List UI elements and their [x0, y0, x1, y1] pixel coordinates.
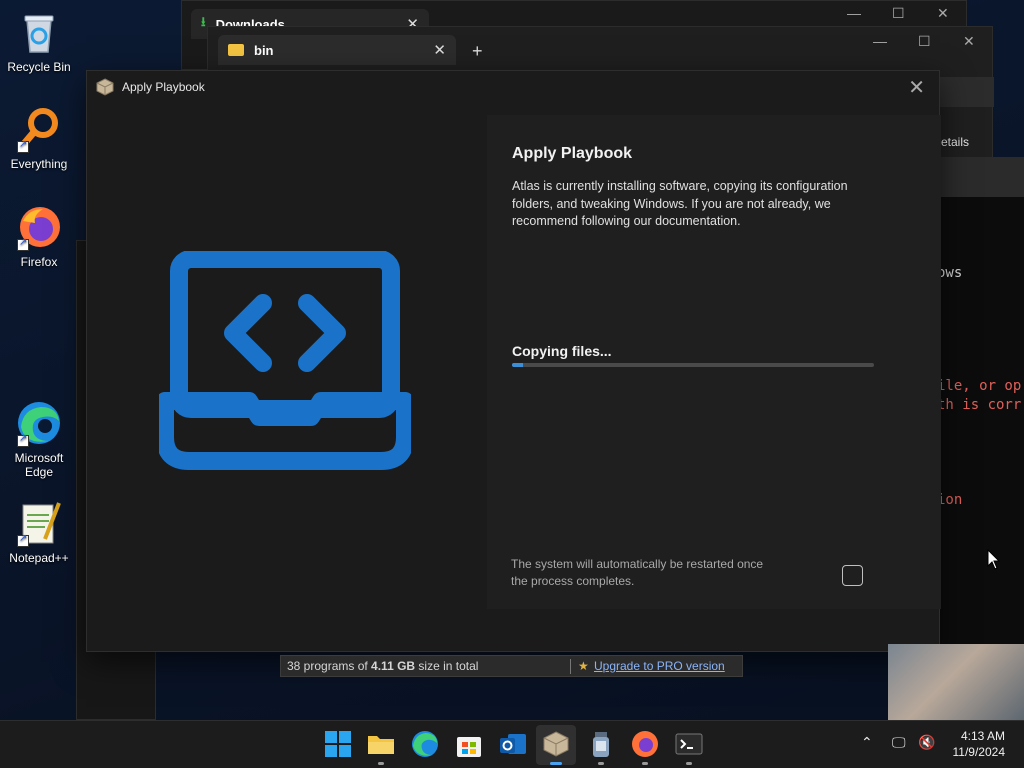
everything-search-icon — [15, 105, 63, 153]
app-jar-icon — [593, 732, 609, 757]
clock-time: 4:13 AM — [960, 729, 1005, 743]
volume-muted-icon[interactable]: 🔇 — [918, 734, 935, 751]
folder-icon — [228, 44, 244, 56]
upgrade-pro-link[interactable]: Upgrade to PRO version — [594, 659, 725, 673]
running-indicator — [642, 762, 648, 765]
shortcut-arrow-icon — [17, 433, 29, 447]
shortcut-arrow-icon — [17, 533, 29, 547]
restart-note: The system will automatically be restart… — [511, 557, 764, 588]
everything-status-bar: 38 programs of 4.11 GB size in total ★ U… — [280, 655, 743, 677]
desktop-icon-firefox[interactable]: Firefox — [4, 203, 74, 269]
address-bar-fragment — [938, 77, 994, 107]
minimize-icon[interactable]: — — [873, 33, 887, 49]
terminal-window: ows ile, or op th is corr ion — [937, 157, 1024, 645]
download-arrow-icon: ⭳ — [201, 14, 206, 29]
desktop-icon-recycle-bin[interactable]: Recycle Bin — [4, 8, 74, 74]
programs-count-text: 38 programs of — [287, 659, 372, 673]
desktop-icon-label: Recycle Bin — [7, 60, 71, 74]
terminal-icon — [675, 733, 703, 755]
close-icon[interactable]: ✕ — [963, 33, 975, 50]
terminal-error-line: ile, or op — [937, 378, 1022, 394]
progress-pane: Apply Playbook Atlas is currently instal… — [487, 115, 941, 609]
video-thumbnail — [888, 644, 1024, 720]
running-indicator — [686, 762, 692, 765]
star-icon: ★ — [578, 659, 589, 673]
firefox-icon — [15, 203, 63, 251]
terminal-header — [937, 157, 1024, 197]
restart-checkbox[interactable] — [842, 565, 863, 586]
outlook-icon[interactable] — [498, 729, 528, 759]
taskbar: ⌃ 🖵 🔇 4:13 AM 11/9/2024 — [0, 720, 1024, 768]
desktop-icon-label: Firefox — [20, 255, 58, 269]
progress-bar-fill — [512, 363, 523, 367]
edge-taskbar-icon[interactable] — [410, 729, 440, 759]
running-indicator — [598, 762, 604, 765]
total-size-text: 4.11 GB — [371, 659, 416, 673]
edge-icon — [15, 399, 63, 447]
firefox-icon — [632, 731, 658, 757]
tab-label: bin — [254, 42, 274, 58]
atlas-box-icon — [543, 731, 569, 757]
active-indicator — [550, 762, 562, 765]
maximize-icon[interactable]: ☐ — [918, 33, 931, 50]
taskbar-file-explorer[interactable] — [366, 721, 396, 768]
taskbar-active-app[interactable] — [536, 725, 576, 765]
taskbar-firefox[interactable] — [630, 721, 660, 768]
network-icon[interactable]: 🖵 — [892, 734, 906, 751]
notepad-plus-plus-icon — [15, 499, 63, 547]
desktop-icon-label: Notepad++ — [9, 551, 69, 565]
status-text: Copying files... — [512, 343, 612, 359]
size-suffix-text: size in total — [415, 659, 479, 673]
clock-date: 11/9/2024 — [952, 745, 1006, 759]
status-separator — [570, 659, 571, 674]
description-text: Atlas is currently installing software, … — [512, 179, 848, 228]
desktop-icon-everything[interactable]: Everything — [4, 105, 74, 171]
desktop-icon-notepadpp[interactable]: Notepad++ — [4, 499, 74, 565]
file-explorer-icon — [368, 736, 394, 754]
desktop-icon-edge[interactable]: Microsoft Edge — [4, 399, 74, 479]
chevron-up-icon[interactable]: ⌃ — [861, 734, 873, 751]
shortcut-arrow-icon — [17, 139, 29, 153]
page-title: Apply Playbook — [512, 145, 633, 162]
apply-playbook-dialog: Apply Playbook ✕ Apply Playbook Atlas is… — [86, 70, 941, 652]
progress-bar — [512, 363, 874, 367]
dialog-window-title: Apply Playbook — [122, 80, 205, 94]
recycle-bin-icon — [15, 8, 63, 56]
running-indicator — [378, 762, 384, 765]
close-icon[interactable]: ✕ — [908, 75, 925, 100]
laptop-code-icon — [159, 251, 411, 470]
close-icon[interactable]: ✕ — [937, 5, 949, 22]
details-button-fragment[interactable]: etails — [941, 135, 969, 149]
shortcut-arrow-icon — [17, 237, 29, 251]
new-tab-icon[interactable]: + — [472, 41, 483, 62]
taskbar-app-jar[interactable] — [586, 721, 616, 768]
terminal-error-line: th is corr — [937, 397, 1022, 413]
desktop-icon-label: Microsoft Edge — [14, 451, 64, 479]
start-windows-icon[interactable] — [323, 729, 353, 759]
tab-bin[interactable]: bin ✕ — [218, 35, 456, 65]
minimize-icon[interactable]: — — [847, 5, 861, 21]
desktop-icon-label: Everything — [10, 157, 68, 171]
close-icon[interactable]: ✕ — [433, 41, 446, 59]
microsoft-store-icon[interactable] — [454, 729, 484, 759]
atlas-box-icon — [96, 78, 114, 96]
taskbar-terminal[interactable] — [674, 721, 704, 768]
taskbar-clock[interactable]: 4:13 AM 11/9/2024 — [953, 728, 1006, 760]
dialog-titlebar: Apply Playbook ✕ — [87, 71, 939, 103]
mouse-cursor-icon — [987, 549, 1001, 570]
maximize-icon[interactable]: ☐ — [892, 5, 905, 22]
